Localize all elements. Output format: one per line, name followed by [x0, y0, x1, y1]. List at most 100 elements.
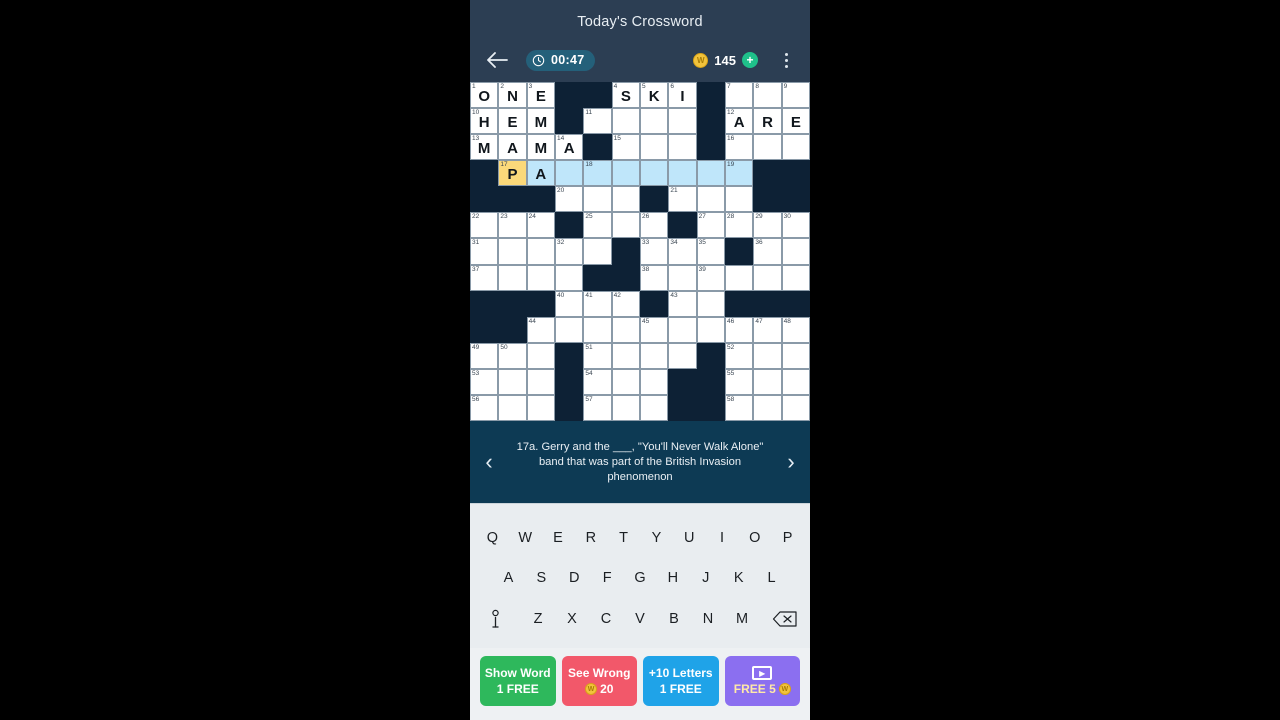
grid-cell[interactable]: [526, 238, 555, 265]
grid-cell[interactable]: [696, 316, 725, 343]
key-n[interactable]: N: [691, 604, 725, 634]
grid-cell[interactable]: 14 A: [555, 134, 584, 161]
grid-cell[interactable]: [753, 368, 782, 395]
key-x[interactable]: X: [555, 604, 589, 634]
grid-cell[interactable]: [725, 186, 754, 213]
grid-cell[interactable]: [526, 342, 555, 369]
powerup-show-word[interactable]: Show Word 1 FREE: [480, 656, 556, 706]
grid-cell[interactable]: [526, 368, 555, 395]
grid-cell[interactable]: 18: [583, 160, 612, 187]
grid-cell[interactable]: [526, 394, 555, 421]
key-t[interactable]: T: [607, 523, 640, 553]
grid-cell[interactable]: 39: [696, 264, 725, 291]
grid-cell[interactable]: [668, 264, 697, 291]
grid-cell[interactable]: [555, 160, 584, 187]
key-c[interactable]: C: [589, 604, 623, 634]
key-l[interactable]: L: [755, 563, 788, 593]
grid-cell[interactable]: [781, 394, 810, 421]
grid-cell[interactable]: 13 M: [470, 134, 499, 161]
powerup-plus-ten-letters[interactable]: +10 Letters 1 FREE: [643, 656, 719, 706]
grid-cell[interactable]: 50: [498, 342, 527, 369]
grid-cell[interactable]: [640, 394, 669, 421]
grid-cell[interactable]: 10 H: [470, 108, 499, 135]
grid-cell[interactable]: 17 P: [498, 160, 527, 187]
grid-cell[interactable]: [611, 160, 640, 187]
grid-cell[interactable]: [668, 160, 697, 187]
grid-cell[interactable]: 43: [668, 290, 697, 317]
grid-cell[interactable]: 16: [725, 134, 754, 161]
grid-cell[interactable]: [640, 134, 669, 161]
grid-cell[interactable]: [611, 212, 640, 239]
grid-cell[interactable]: 49: [470, 342, 499, 369]
coin-balance[interactable]: W 145 +: [693, 52, 758, 68]
grid-cell[interactable]: 19: [725, 160, 754, 187]
key-i[interactable]: I: [706, 523, 739, 553]
grid-cell[interactable]: 53: [470, 368, 499, 395]
grid-cell[interactable]: [640, 368, 669, 395]
grid-cell[interactable]: [753, 342, 782, 369]
grid-cell[interactable]: [498, 368, 527, 395]
grid-cell[interactable]: [781, 238, 810, 265]
grid-cell[interactable]: 45: [640, 316, 669, 343]
grid-cell[interactable]: [498, 394, 527, 421]
grid-cell[interactable]: [611, 394, 640, 421]
grid-cell[interactable]: [696, 290, 725, 317]
grid-cell[interactable]: [526, 264, 555, 291]
key-j[interactable]: J: [689, 563, 722, 593]
key-k[interactable]: K: [722, 563, 755, 593]
grid-cell[interactable]: [668, 342, 697, 369]
grid-cell[interactable]: 4S: [611, 82, 640, 109]
grid-cell[interactable]: [781, 134, 810, 161]
grid-cell[interactable]: 9: [781, 82, 810, 109]
grid-cell[interactable]: 7: [725, 82, 754, 109]
grid-cell[interactable]: [498, 264, 527, 291]
grid-cell[interactable]: 6I: [668, 82, 697, 109]
grid-cell[interactable]: 46: [725, 316, 754, 343]
key-f[interactable]: F: [591, 563, 624, 593]
grid-cell[interactable]: 56: [470, 394, 499, 421]
grid-cell[interactable]: 25: [583, 212, 612, 239]
grid-cell[interactable]: A: [526, 160, 555, 187]
grid-cell[interactable]: R: [753, 108, 782, 135]
grid-cell[interactable]: [583, 316, 612, 343]
key-a[interactable]: A: [492, 563, 525, 593]
grid-cell[interactable]: [611, 316, 640, 343]
grid-cell[interactable]: [668, 316, 697, 343]
grid-cell[interactable]: 54: [583, 368, 612, 395]
grid-cell[interactable]: 23: [498, 212, 527, 239]
grid-cell[interactable]: 11: [583, 108, 612, 135]
grid-cell[interactable]: 55: [725, 368, 754, 395]
key-m[interactable]: M: [725, 604, 759, 634]
key-b[interactable]: B: [657, 604, 691, 634]
grid-cell[interactable]: 42: [611, 290, 640, 317]
key-z[interactable]: Z: [521, 604, 555, 634]
grid-cell[interactable]: 29: [753, 212, 782, 239]
key-u[interactable]: U: [673, 523, 706, 553]
grid-cell[interactable]: [611, 368, 640, 395]
grid-cell[interactable]: 5K: [640, 82, 669, 109]
grid-cell[interactable]: [753, 264, 782, 291]
grid-cell[interactable]: 30: [781, 212, 810, 239]
grid-cell[interactable]: 38: [640, 264, 669, 291]
grid-cell[interactable]: 24: [526, 212, 555, 239]
key-q[interactable]: Q: [476, 523, 509, 553]
grid-cell[interactable]: 32: [555, 238, 584, 265]
key-g[interactable]: G: [624, 563, 657, 593]
powerup-see-wrong[interactable]: See Wrong W 20: [561, 656, 637, 706]
grid-cell[interactable]: [583, 238, 612, 265]
grid-cell[interactable]: 34: [668, 238, 697, 265]
grid-cell[interactable]: 12 A: [725, 108, 754, 135]
grid-cell[interactable]: [725, 264, 754, 291]
add-coins-button[interactable]: +: [742, 52, 758, 68]
info-icon[interactable]: [478, 604, 512, 634]
grid-cell[interactable]: [640, 342, 669, 369]
grid-cell[interactable]: 3E: [526, 82, 555, 109]
grid-cell[interactable]: [753, 134, 782, 161]
grid-cell[interactable]: 28: [725, 212, 754, 239]
grid-cell[interactable]: 1O: [470, 82, 499, 109]
grid-cell[interactable]: 58: [725, 394, 754, 421]
key-d[interactable]: D: [558, 563, 591, 593]
grid-cell[interactable]: M: [526, 108, 555, 135]
grid-cell[interactable]: E: [781, 108, 810, 135]
grid-cell[interactable]: E: [498, 108, 527, 135]
